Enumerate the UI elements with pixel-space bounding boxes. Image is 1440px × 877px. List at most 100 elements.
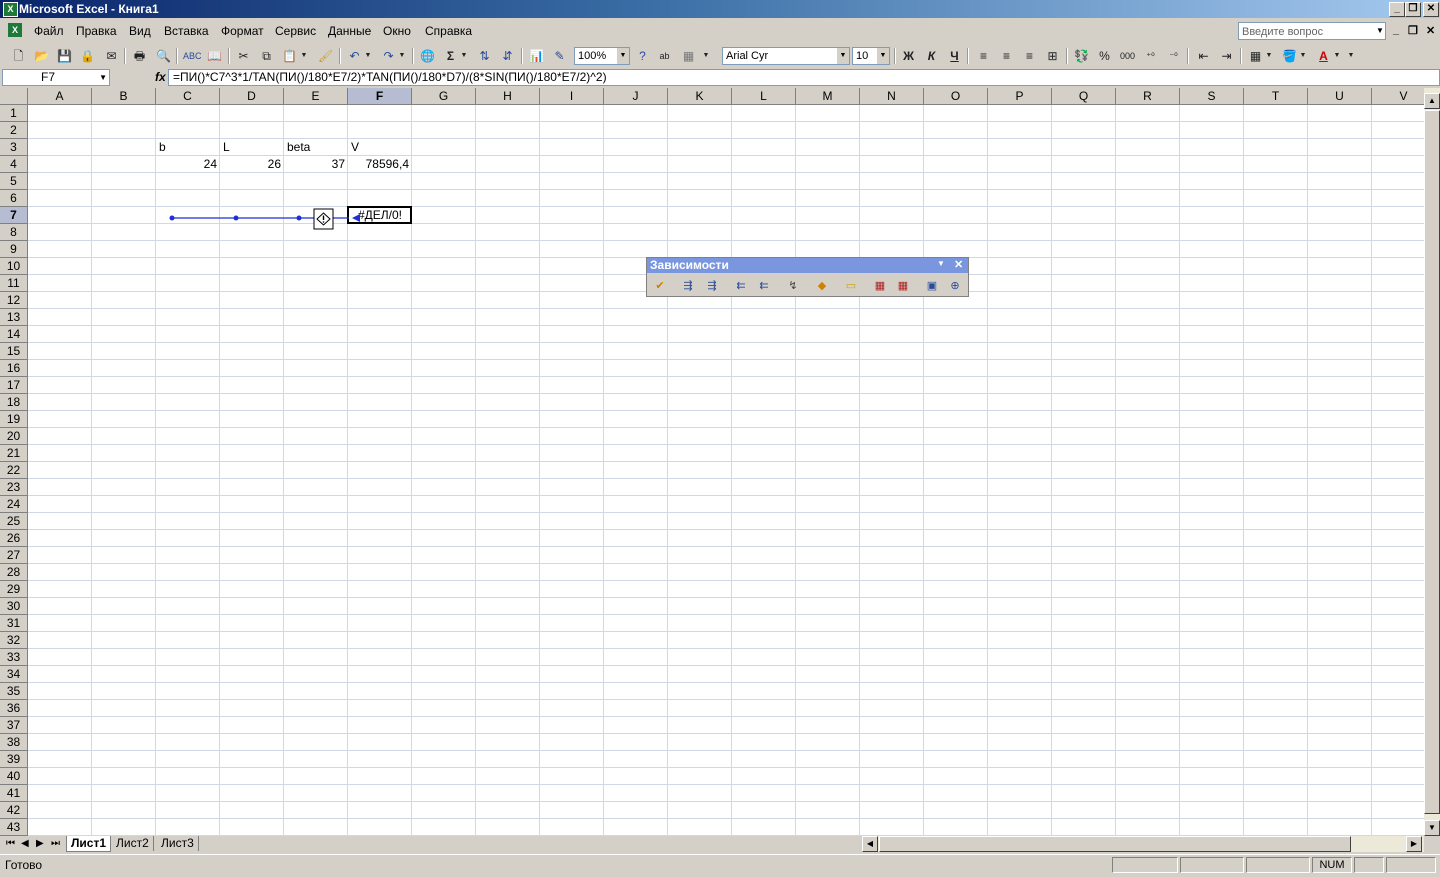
row-header[interactable]: 41 [0, 785, 28, 802]
worksheet-grid[interactable]: A B C D E F G H I J K L M N O P Q R S T U V 1 2 3 4 5 6 7 8 9 10 11 12 13 1… [0, 88, 1424, 836]
chevron-down-icon[interactable]: ▼ [300, 48, 308, 64]
cell-f4[interactable]: 78596,4 [351, 156, 409, 173]
row-header[interactable]: 19 [0, 411, 28, 428]
cut-icon[interactable]: ✂ [235, 48, 252, 64]
row-header[interactable]: 30 [0, 598, 28, 615]
drawing-icon[interactable]: ✎ [551, 48, 568, 64]
currency-icon[interactable]: 💱 [1073, 48, 1090, 64]
cell-d3[interactable]: L [223, 139, 281, 156]
decrease-indent-icon[interactable]: ⇤ [1195, 48, 1212, 64]
chevron-down-icon[interactable]: ▼ [1333, 48, 1341, 64]
print-preview-icon[interactable]: 🔍 [155, 48, 172, 64]
column-header[interactable]: N [860, 88, 924, 105]
thousands-button[interactable]: 000 [1119, 48, 1136, 64]
column-header[interactable]: B [92, 88, 156, 105]
doc-close-button[interactable]: ✕ [1426, 24, 1435, 37]
underline-button[interactable]: Ч [946, 48, 963, 64]
borders-icon[interactable]: ▦ [1247, 48, 1264, 64]
row-header[interactable]: 17 [0, 377, 28, 394]
scroll-thumb-horizontal[interactable] [879, 836, 1351, 852]
chevron-down-icon[interactable]: ▼ [1299, 48, 1307, 64]
row-header[interactable]: 27 [0, 547, 28, 564]
chevron-down-icon[interactable]: ▼ [99, 70, 107, 85]
undo-icon[interactable]: ↶ [346, 48, 363, 64]
decrease-decimal-icon[interactable]: ⁻⁰ [1165, 48, 1182, 64]
name-box[interactable]: F7 ▼ [2, 69, 110, 86]
column-header[interactable]: G [412, 88, 476, 105]
paste-icon[interactable]: 📋 [281, 48, 298, 64]
column-header[interactable]: F [348, 88, 412, 105]
copy-icon[interactable]: ⧉ [258, 48, 275, 64]
chevron-down-icon[interactable]: ▼ [364, 48, 372, 64]
menu-window[interactable]: Окно [383, 24, 411, 38]
row-header[interactable]: 18 [0, 394, 28, 411]
row-header[interactable]: 14 [0, 326, 28, 343]
save-icon[interactable]: 💾 [56, 48, 73, 64]
chevron-down-icon[interactable]: ▼ [617, 48, 629, 64]
row-header[interactable]: 25 [0, 513, 28, 530]
minimize-button[interactable]: _ [1389, 2, 1405, 17]
trace-error-icon[interactable]: ◆ [813, 278, 831, 294]
column-header[interactable]: M [796, 88, 860, 105]
toolbar-options-chevron-icon[interactable]: ▼ [1347, 48, 1355, 64]
watch-window-icon[interactable]: ▣ [923, 278, 941, 294]
menu-data[interactable]: Данные [328, 24, 371, 38]
row-header[interactable]: 35 [0, 683, 28, 700]
align-right-icon[interactable]: ≡ [1021, 48, 1038, 64]
evaluate-formula-icon[interactable]: ⊕ [946, 278, 964, 294]
remove-dependent-arrows-icon[interactable]: ⇇ [755, 278, 773, 294]
close-icon[interactable]: ✕ [954, 258, 963, 271]
row-header[interactable]: 32 [0, 632, 28, 649]
remove-precedent-arrows-icon[interactable]: ⇶ [703, 278, 721, 294]
cell-d4[interactable]: 26 [223, 156, 281, 173]
row-header[interactable]: 8 [0, 224, 28, 241]
font-size-select[interactable]: 10 ▼ [852, 47, 890, 65]
research-icon[interactable]: 📖 [206, 48, 223, 64]
row-header[interactable]: 39 [0, 751, 28, 768]
scroll-thumb[interactable] [1424, 110, 1440, 814]
close-button[interactable]: ✕ [1423, 2, 1439, 17]
row-header[interactable]: 40 [0, 768, 28, 785]
sort-descending-icon[interactable]: ⇵ [499, 48, 516, 64]
column-header[interactable]: L [732, 88, 796, 105]
redo-icon[interactable]: ↷ [380, 48, 397, 64]
chevron-down-icon[interactable]: ▼ [1376, 26, 1384, 35]
merge-center-icon[interactable]: ⊞ [1044, 48, 1061, 64]
percent-button[interactable]: % [1096, 48, 1113, 64]
insert-function-icon[interactable]: fx [155, 70, 166, 84]
column-header[interactable]: H [476, 88, 540, 105]
column-header[interactable]: K [668, 88, 732, 105]
circle-invalid-data-icon[interactable]: ▦ [871, 278, 889, 294]
column-header[interactable]: C [156, 88, 220, 105]
chevron-down-icon[interactable]: ▼ [877, 48, 889, 64]
vertical-scrollbar[interactable]: ▲ ▼ [1424, 88, 1440, 836]
horizontal-scrollbar[interactable]: ◀ ▶ [862, 836, 1424, 852]
sheet-tab-3[interactable]: Лист3 [157, 836, 199, 851]
column-header[interactable]: V [1372, 88, 1424, 105]
hyperlink-icon[interactable]: 🌐 [419, 48, 436, 64]
row-header[interactable]: 38 [0, 734, 28, 751]
menu-insert[interactable]: Вставка [164, 24, 209, 38]
row-header[interactable]: 7 [0, 207, 28, 224]
scroll-left-icon[interactable]: ◀ [862, 836, 878, 852]
next-sheet-icon[interactable]: ▶ [36, 838, 44, 849]
row-header[interactable]: 12 [0, 292, 28, 309]
font-color-icon[interactable]: A [1315, 48, 1332, 64]
cell-f3[interactable]: V [351, 139, 409, 156]
dependencies-toolbar[interactable]: Зависимости ▼ ✕ ✔ ⇶ ⇶ ⇇ ⇇ ↯ ◆ ▭ ▦ ▦ ▣ ⊕ [646, 257, 969, 297]
sheet-tab-2[interactable]: Лист2 [112, 836, 154, 851]
format-painter-icon[interactable]: 🖌 [317, 48, 334, 64]
row-header[interactable]: 24 [0, 496, 28, 513]
menu-view[interactable]: Вид [129, 24, 151, 38]
column-header[interactable]: R [1116, 88, 1180, 105]
active-cell-border[interactable] [347, 206, 412, 224]
chevron-down-icon[interactable]: ▼ [837, 48, 849, 64]
zoom-select[interactable]: 100% ▼ [574, 47, 630, 65]
chevron-down-icon[interactable]: ▼ [1265, 48, 1273, 64]
row-header[interactable]: 31 [0, 615, 28, 632]
print-icon[interactable]: 🖶 [131, 48, 148, 64]
row-header[interactable]: 2 [0, 122, 28, 139]
menu-format[interactable]: Формат [221, 24, 264, 38]
row-header[interactable]: 3 [0, 139, 28, 156]
doc-restore-button[interactable]: ❐ [1408, 24, 1418, 37]
